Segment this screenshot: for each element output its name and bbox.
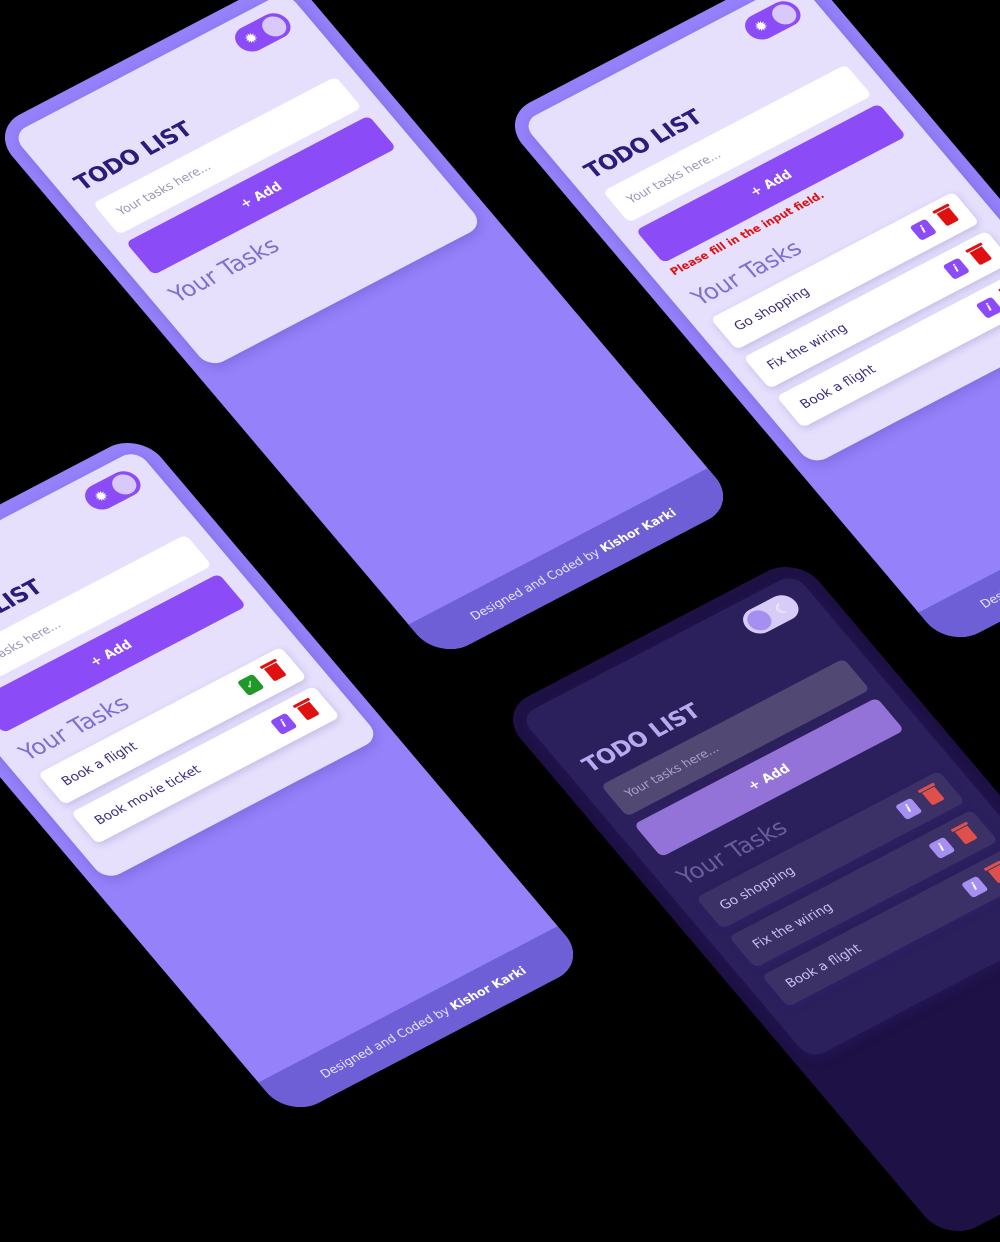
trash-icon[interactable] <box>296 701 320 721</box>
trash-icon[interactable] <box>936 207 960 227</box>
theme-toggle[interactable]: ✹ <box>78 466 147 515</box>
theme-toggle[interactable]: ☾ <box>736 590 805 639</box>
sun-icon: ✹ <box>239 28 263 49</box>
trash-icon[interactable] <box>921 786 945 806</box>
moon-icon: ☾ <box>770 598 795 619</box>
footer: Designed and Coded byKishor Karki <box>918 456 1000 649</box>
trash-icon[interactable] <box>987 864 1000 884</box>
trash-icon[interactable] <box>954 825 978 845</box>
author-link[interactable]: Kishor Karki <box>597 506 679 555</box>
phone-dark: ☾ TODO LIST Your tasks here... + Add You… <box>498 555 1000 1242</box>
todo-card: ✹ TODO LIST Your tasks here... + Add You… <box>11 0 485 369</box>
theme-toggle[interactable]: ✹ <box>738 0 807 45</box>
footer-text: Designed and Coded by <box>317 1003 453 1081</box>
todo-card: ☾ TODO LIST Your tasks here... + Add You… <box>519 572 1000 1060</box>
trash-icon[interactable] <box>263 662 287 682</box>
footer-text: Designed and Coded by <box>977 534 1000 611</box>
footer-text: Designed and Coded by <box>467 545 603 623</box>
theme-toggle[interactable]: ✹ <box>228 8 297 57</box>
footer: Designed and Coded byKishor Karki <box>258 926 588 1119</box>
author-link[interactable]: Kishor Karki <box>447 964 529 1013</box>
sun-icon: ✹ <box>749 16 773 37</box>
trash-icon[interactable] <box>969 246 993 266</box>
sun-icon: ✹ <box>89 486 113 507</box>
